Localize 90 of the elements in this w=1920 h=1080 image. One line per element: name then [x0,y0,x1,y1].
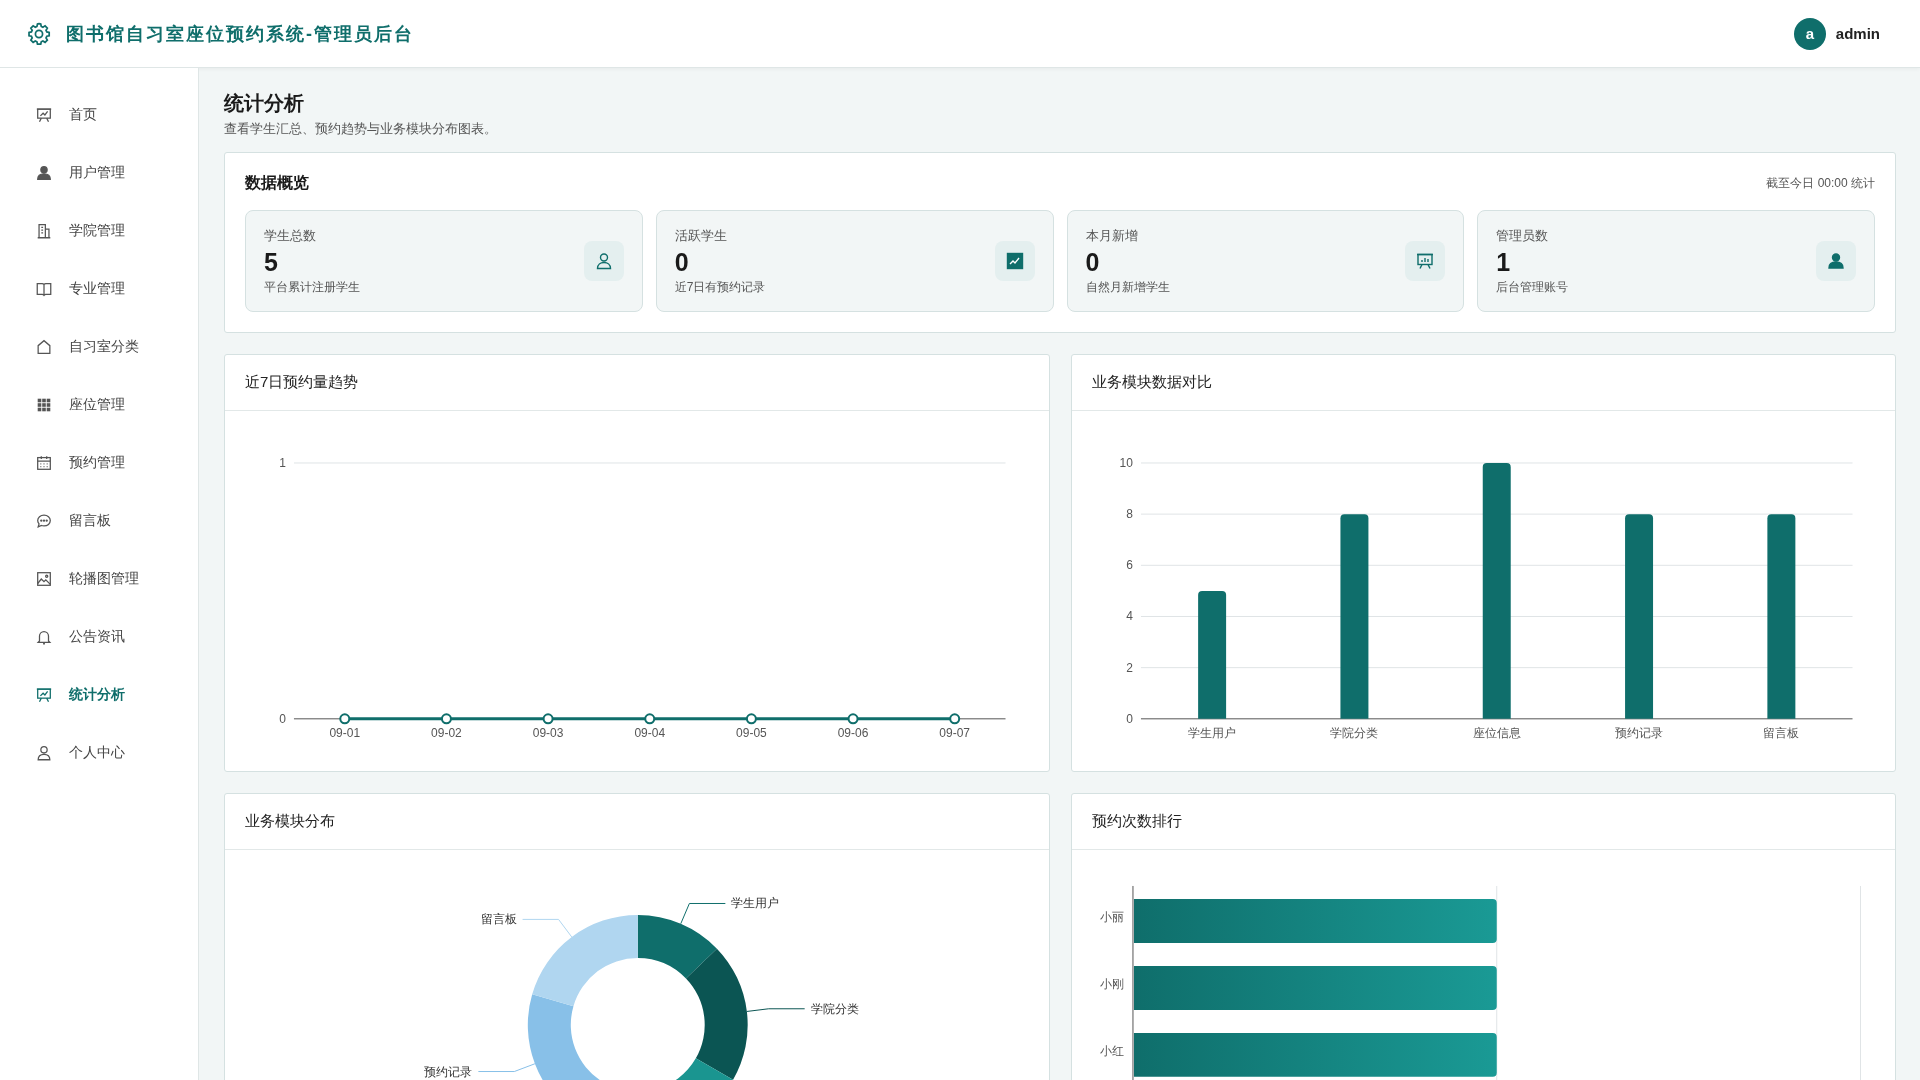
leader-line [477,1063,536,1072]
section-title: 数据概览 [245,173,309,193]
stat-label: 学生总数 [264,226,317,245]
sidebar-item[interactable]: 自习室分类 [0,318,198,376]
leader-line [522,918,573,938]
axis-label: 座位信息 [1472,725,1521,740]
data-point [745,713,757,725]
bell-icon [35,628,53,646]
axis-label: 0 [1125,711,1133,726]
chat-icon [35,512,53,530]
stats-note: 截至今日 00:00 统计 [1766,175,1875,192]
sidebar-item[interactable]: 公告资讯 [0,608,198,666]
stat-caption: 近7日有预约记录 [674,278,766,296]
slice-label: 预约记录 [424,1064,473,1079]
axis-label: 09-02 [431,725,462,740]
slice-label: 学生用户 [731,896,780,911]
chart-title: 预约次数排行 [1091,811,1182,831]
slice-label: 留言板 [480,912,517,927]
data-point [949,713,961,725]
stat-value: 1 [1496,246,1512,277]
axis-label: 09-01 [329,725,361,740]
axis-label: 小刚 [1099,976,1124,991]
axis-label: 2 [1125,660,1133,675]
settings-icon [26,20,52,47]
house-icon [35,338,53,356]
axis-label: 6 [1125,558,1133,573]
sidebar-item[interactable]: 专业管理 [0,260,198,318]
stat-label: 活跃学生 [674,226,728,245]
axis-label: 学生用户 [1187,725,1236,740]
data-point [847,713,859,725]
axis-label: 小丽 [1099,909,1124,924]
sidebar-item[interactable]: 留言板 [0,492,198,550]
axis-label: 0 [279,711,286,726]
leader-line [680,902,726,924]
axis-label: 10 [1119,455,1133,470]
sidebar-item[interactable]: 座位管理 [0,376,198,434]
building-icon [35,222,53,240]
stat-value: 0 [674,246,690,277]
chart-board-icon [1405,241,1446,281]
axis-label: 09-03 [532,725,564,740]
stat-value: 5 [264,246,279,277]
data-point [339,713,351,725]
user-outline-icon [35,744,53,762]
sidebar-item[interactable]: 用户管理 [0,144,198,202]
chart-board-icon [35,686,53,704]
sidebar-item[interactable]: 个人中心 [0,724,198,782]
calendar-icon [35,454,53,472]
axis-label: 学院分类 [1329,725,1378,740]
sidebar-item[interactable]: 轮播图管理 [0,550,198,608]
stat-caption: 自然月新增学生 [1085,278,1170,296]
axis-label: 预约记录 [1614,725,1663,740]
stat-value: 0 [1085,246,1101,277]
chart-board-icon [35,106,53,124]
trend-icon [994,241,1035,281]
user-outline-icon [583,241,624,281]
chart-title: 业务模块数据对比 [1091,373,1212,392]
stat-label: 管理员数 [1496,226,1550,245]
axis-label: 小红 [1099,1043,1124,1058]
axis-label: 8 [1125,507,1133,522]
axis-label: 留言板 [1762,725,1799,740]
page-title: 统计分析 [224,91,305,116]
user-solid-icon [1816,241,1856,281]
axis-label: 09-04 [634,725,666,740]
user-avatar[interactable]: a [1793,17,1826,50]
sidebar-item[interactable]: 统计分析 [0,666,198,724]
slice-label: 学院分类 [810,1001,859,1016]
leader-line [746,1008,806,1012]
data-point [440,713,452,725]
axis-label: 09-07 [939,725,971,740]
user-solid-icon [35,164,53,182]
stat-caption: 后台管理账号 [1496,278,1569,296]
data-point [644,713,656,725]
axis-label: 1 [279,455,286,470]
grid-icon [35,396,53,414]
app-title: 图书馆自习室座位预约系统-管理员后台 [66,22,414,46]
image-icon [35,570,53,588]
user-name[interactable]: admin [1835,25,1880,42]
axis-label: 4 [1125,609,1133,624]
book-icon [35,280,53,298]
data-point [542,713,554,725]
sidebar-item[interactable]: 学院管理 [0,202,198,260]
axis-label: 09-06 [837,725,869,740]
chart-title: 近7日预约量趋势 [245,373,359,392]
sidebar-item[interactable]: 首页 [0,86,198,144]
sidebar-item[interactable]: 预约管理 [0,434,198,492]
chart-title: 业务模块分布 [245,811,335,831]
stat-caption: 平台累计注册学生 [264,278,360,296]
page-subtitle: 查看学生汇总、预约趋势与业务模块分布图表。 [224,121,498,138]
axis-label: 09-05 [736,725,767,740]
stat-label: 本月新增 [1085,226,1139,245]
